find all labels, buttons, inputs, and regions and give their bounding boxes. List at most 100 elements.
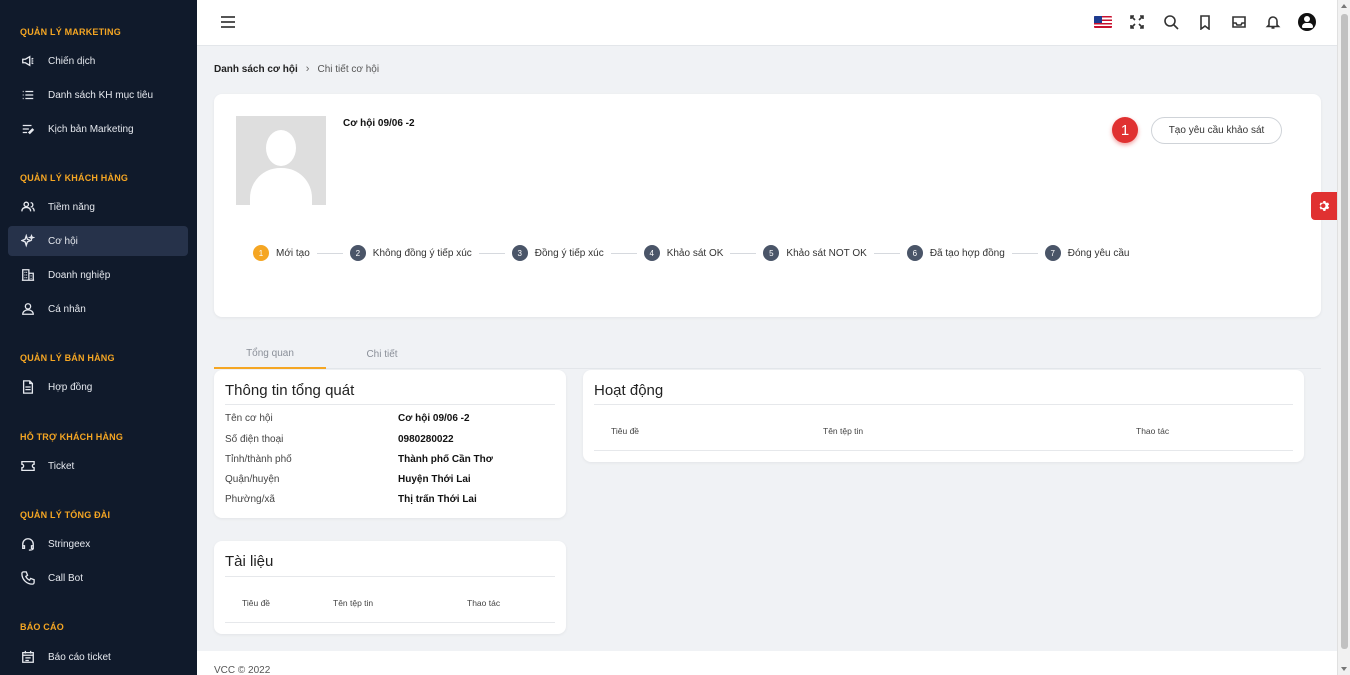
sidebar-item-target-list[interactable]: Danh sách KH mục tiêu [8, 80, 188, 110]
bell-icon[interactable] [1263, 12, 1283, 32]
general-info-card: Thông tin tổng quát Tên cơ hội Cơ hội 09… [214, 370, 566, 518]
sidebar-item-call-bot[interactable]: Call Bot [8, 563, 188, 593]
section-title-sales: QUẢN LÝ BÁN HÀNG [20, 353, 115, 363]
step-number: 7 [1044, 245, 1061, 261]
sidebar-item-label: Call Bot [48, 572, 84, 584]
sparkle-icon [20, 233, 36, 249]
headset-icon [20, 536, 36, 552]
sidebar-item-label: Báo cáo ticket [48, 651, 111, 663]
chevron-right-icon: › [305, 63, 310, 75]
bookmark-icon[interactable] [1195, 12, 1215, 32]
sidebar-item-opportunities[interactable]: Cơ hội [8, 226, 188, 256]
fullscreen-icon[interactable] [1127, 12, 1147, 32]
step-survey-ok[interactable]: 4 Khảo sát OK [643, 245, 764, 261]
user-icon [20, 301, 36, 317]
flag-us-icon[interactable] [1093, 12, 1113, 32]
field-value: Huyện Thới Lai [398, 474, 471, 485]
sidebar: QUẢN LÝ MARKETING Chiến dịch Danh sách K… [0, 0, 197, 675]
sidebar-item-marketing-script[interactable]: Kịch bản Marketing [8, 114, 188, 144]
step-closed[interactable]: 7 Đóng yêu cầu [1044, 245, 1130, 261]
step-new[interactable]: 1 Mới tạo [253, 245, 350, 261]
sidebar-item-ticket-report[interactable]: Báo cáo ticket [8, 642, 188, 672]
step-number: 5 [763, 245, 780, 261]
table-header: Tiêu đề [242, 598, 271, 608]
table-header: Tiêu đề [611, 426, 640, 436]
sidebar-item-leads[interactable]: Tiềm năng [8, 192, 188, 222]
step-number: 6 [906, 245, 923, 261]
sidebar-item-label: Kịch bản Marketing [48, 123, 134, 135]
table-header: Thao tác [467, 598, 501, 608]
sidebar-item-enterprises[interactable]: Doanh nghiệp [8, 260, 188, 290]
step-badge: 1 [1112, 117, 1138, 143]
scroll-down-icon[interactable] [1341, 667, 1347, 671]
scrollbar-thumb[interactable] [1341, 14, 1348, 649]
field-label: Tỉnh/thành phố [225, 454, 292, 465]
field-value: Cơ hội 09/06 -2 [398, 413, 470, 424]
step-number: 3 [511, 245, 528, 261]
table-header: Thao tác [1136, 426, 1170, 436]
footer: VCC © 2022 [197, 651, 1337, 675]
detail-tabs: Tổng quan Chi tiết [214, 340, 1321, 369]
section-title-switchboard: QUẢN LÝ TỔNG ĐÀI [20, 510, 111, 520]
sidebar-item-contracts[interactable]: Hợp đồng [8, 372, 188, 402]
ticket-icon [20, 458, 36, 474]
field-value: Thị trấn Thới Lai [398, 494, 477, 505]
step-label: Đóng yêu cầu [1067, 247, 1130, 259]
tab-details[interactable]: Chi tiết [326, 340, 438, 369]
create-survey-button[interactable]: Tạo yêu cầu khảo sát [1151, 117, 1282, 144]
sidebar-item-label: Danh sách KH mục tiêu [48, 89, 154, 101]
step-survey-not-ok[interactable]: 5 Khảo sát NOT OK [763, 245, 906, 261]
section-title-marketing: QUẢN LÝ MARKETING [20, 27, 121, 37]
step-label: Đồng ý tiếp xúc [534, 247, 604, 259]
field-label: Tên cơ hội [225, 413, 273, 424]
step-agreed-contact[interactable]: 3 Đồng ý tiếp xúc [511, 245, 644, 261]
sidebar-item-campaign[interactable]: Chiến dịch [8, 46, 188, 76]
field-value: 0980280022 [398, 434, 454, 445]
inbox-icon[interactable] [1229, 12, 1249, 32]
sidebar-item-label: Tiềm năng [48, 201, 95, 213]
opportunity-header-card: Cơ hội 09/06 -2 1 Tạo yêu cầu khảo sát 1… [214, 94, 1321, 317]
tab-overview[interactable]: Tổng quan [214, 340, 326, 369]
step-refused-contact[interactable]: 2 Không đồng ý tiếp xúc [349, 245, 512, 261]
opportunity-name: Cơ hội 09/06 -2 [343, 118, 415, 129]
sidebar-item-individuals[interactable]: Cá nhân [8, 294, 188, 324]
top-bar [197, 0, 1337, 46]
settings-gear-icon[interactable] [1311, 192, 1337, 220]
field-label: Quận/huyện [225, 474, 280, 485]
table-header: Tên tệp tin [333, 598, 374, 608]
script-icon [20, 121, 36, 137]
sidebar-item-label: Cơ hội [48, 235, 78, 247]
step-contract-created[interactable]: 6 Đã tạo hợp đồng [906, 245, 1045, 261]
list-icon [20, 87, 36, 103]
card-title: Hoạt động [594, 382, 664, 399]
page-scrollbar[interactable] [1337, 0, 1350, 675]
status-stepper: 1 Mới tạo 2 Không đồng ý tiếp xúc 3 Đồng… [253, 245, 1129, 261]
sidebar-item-label: Chiến dịch [48, 55, 96, 67]
field-value: Thành phố Cần Thơ [398, 454, 493, 465]
menu-toggle-icon[interactable] [221, 16, 235, 28]
breadcrumb-parent[interactable]: Danh sách cơ hội [214, 64, 298, 75]
card-title: Thông tin tổng quát [225, 382, 355, 399]
breadcrumb-current: Chi tiết cơ hội [317, 63, 380, 75]
sidebar-item-label: Cá nhân [48, 303, 86, 315]
field-label: Số điện thoại [225, 434, 284, 445]
section-title-support: HỖ TRỢ KHÁCH HÀNG [20, 432, 124, 442]
sidebar-item-ticket[interactable]: Ticket [8, 451, 188, 481]
step-number: 4 [643, 245, 660, 261]
card-title: Tài liệu [225, 553, 274, 570]
users-icon [20, 199, 36, 215]
user-account-icon[interactable] [1297, 12, 1317, 32]
sidebar-item-label: Hợp đồng [48, 381, 93, 393]
avatar [236, 116, 326, 205]
search-icon[interactable] [1161, 12, 1181, 32]
footer-text: VCC © 2022 [214, 665, 271, 675]
document-icon [20, 379, 36, 395]
scroll-up-icon[interactable] [1341, 4, 1347, 8]
sidebar-item-label: Doanh nghiệp [48, 269, 111, 281]
sidebar-item-stringeex[interactable]: Stringeex [8, 529, 188, 559]
section-title-customers: QUẢN LÝ KHÁCH HÀNG [20, 173, 129, 183]
table-header: Tên tệp tin [823, 426, 864, 436]
calendar-icon [20, 649, 36, 665]
step-number: 2 [349, 245, 366, 261]
documents-card: Tài liệu Tiêu đề Tên tệp tin Thao tác [214, 541, 566, 634]
